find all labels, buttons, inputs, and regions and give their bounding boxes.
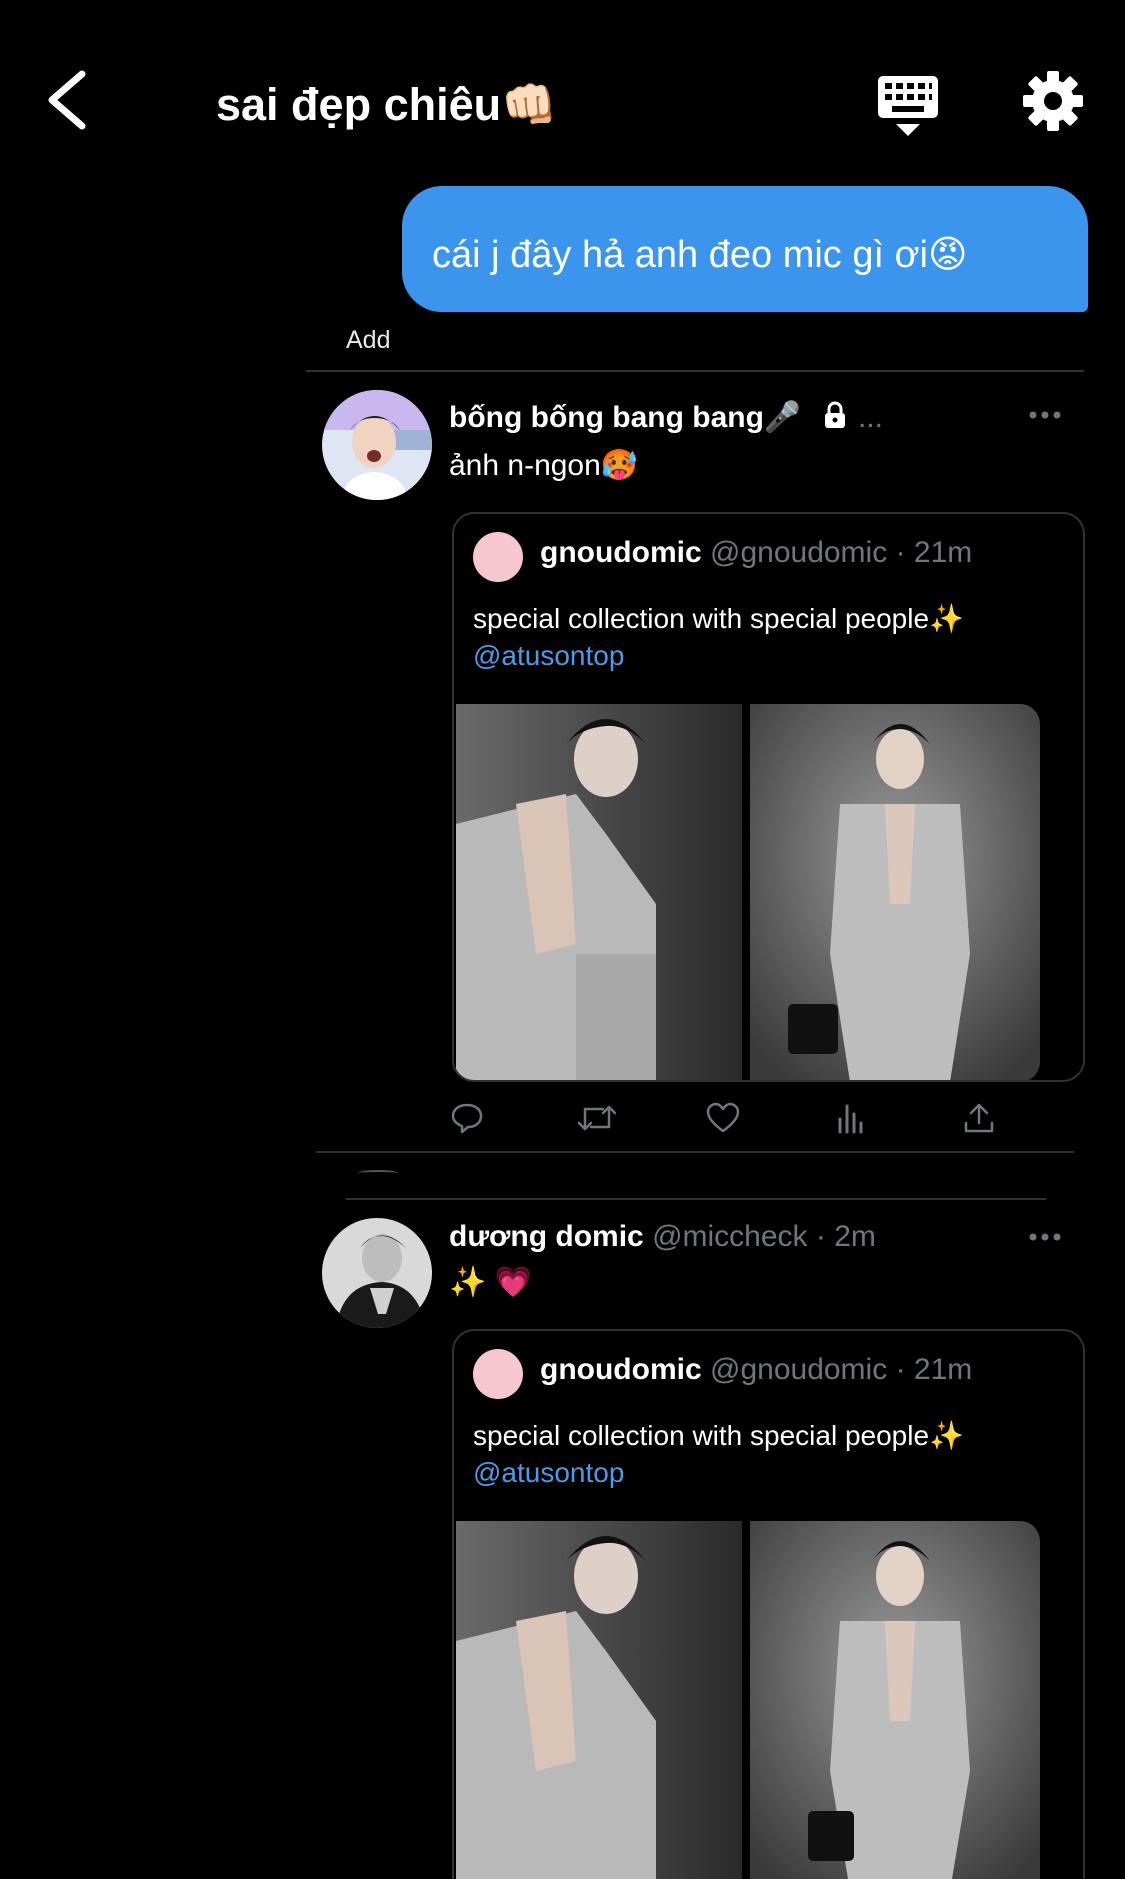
quoted-time: · 21m xyxy=(895,536,973,569)
quoted-photo[interactable] xyxy=(750,1521,1040,1879)
avatar-photo xyxy=(322,390,432,500)
tweet-time: · 2m xyxy=(815,1220,876,1253)
quoted-header: gnoudomic @gnoudomic · 21m xyxy=(540,536,972,570)
more-options-button[interactable] xyxy=(1028,408,1062,422)
tweet-text: ảnh n-ngon🥵 xyxy=(449,449,639,482)
quoted-header: gnoudomic @gnoudomic · 21m xyxy=(540,1353,972,1387)
chevron-left-icon xyxy=(48,70,86,130)
quoted-name: gnoudomic xyxy=(540,536,702,569)
partial-avatar xyxy=(358,1170,398,1176)
share-button[interactable] xyxy=(962,1101,996,1135)
quoted-photo[interactable] xyxy=(456,1521,742,1879)
outgoing-message-text: cái j đây hả anh đeo mic gì ơi😡 xyxy=(432,234,968,276)
like-icon xyxy=(706,1102,740,1133)
quoted-name: gnoudomic xyxy=(540,1353,702,1386)
quoted-tweet[interactable]: gnoudomic @gnoudomic · 21m special colle… xyxy=(452,1329,1085,1879)
ellipsis-icon xyxy=(1029,411,1061,419)
divider xyxy=(306,370,1084,372)
ellipsis-icon xyxy=(1029,1233,1061,1241)
quoted-mention-link[interactable]: @atusontop xyxy=(473,1457,624,1489)
avatar-photo xyxy=(322,1218,432,1328)
add-label: Add xyxy=(346,326,391,354)
lock-icon xyxy=(820,400,850,430)
quoted-text: special collection with special people✨ xyxy=(473,1420,964,1451)
conversation-title: sai đẹp chiêu👊🏻 xyxy=(216,79,558,130)
author-name[interactable]: bống bống bang bang🎤 xyxy=(449,401,801,434)
views-icon xyxy=(838,1104,863,1134)
retweet-button[interactable] xyxy=(577,1101,617,1135)
quoted-avatar xyxy=(473,1349,523,1399)
like-button[interactable] xyxy=(706,1101,740,1135)
quoted-mention-link[interactable]: @atusontop xyxy=(473,640,624,672)
views-button[interactable] xyxy=(834,1101,868,1135)
reply-button[interactable] xyxy=(450,1101,484,1135)
quoted-handle: @gnoudomic xyxy=(710,536,888,569)
divider xyxy=(316,1151,1074,1153)
avatar[interactable] xyxy=(322,390,432,500)
keyboard-icon xyxy=(878,76,938,136)
tweet-header: dương domic @miccheck · 2m xyxy=(449,1220,876,1254)
more-options-button[interactable] xyxy=(1028,1230,1062,1244)
quoted-avatar xyxy=(473,532,523,582)
quoted-handle: @gnoudomic xyxy=(710,1353,888,1386)
reply-icon xyxy=(451,1103,483,1134)
quoted-text: special collection with special people✨ xyxy=(473,603,964,634)
quoted-photo[interactable] xyxy=(750,704,1040,1080)
author-name[interactable]: dương domic xyxy=(449,1220,644,1253)
name-ellipsis: ... xyxy=(857,401,883,434)
quoted-photo[interactable] xyxy=(456,704,742,1080)
tweet-text: ✨ 💗 xyxy=(449,1266,533,1299)
back-button[interactable] xyxy=(40,60,100,140)
tweet-header: bống bống bang bang🎤 ... xyxy=(449,400,883,435)
divider xyxy=(346,1198,1046,1200)
retweet-icon xyxy=(577,1105,617,1131)
settings-button[interactable] xyxy=(1022,70,1084,132)
avatar[interactable] xyxy=(322,1218,432,1328)
author-handle[interactable]: @miccheck xyxy=(652,1220,807,1253)
gear-icon xyxy=(1023,71,1083,131)
keyboard-button[interactable] xyxy=(876,72,940,142)
quoted-time: · 21m xyxy=(895,1353,973,1386)
share-icon xyxy=(964,1103,994,1133)
quoted-tweet[interactable]: gnoudomic @gnoudomic · 21m special colle… xyxy=(452,512,1085,1082)
